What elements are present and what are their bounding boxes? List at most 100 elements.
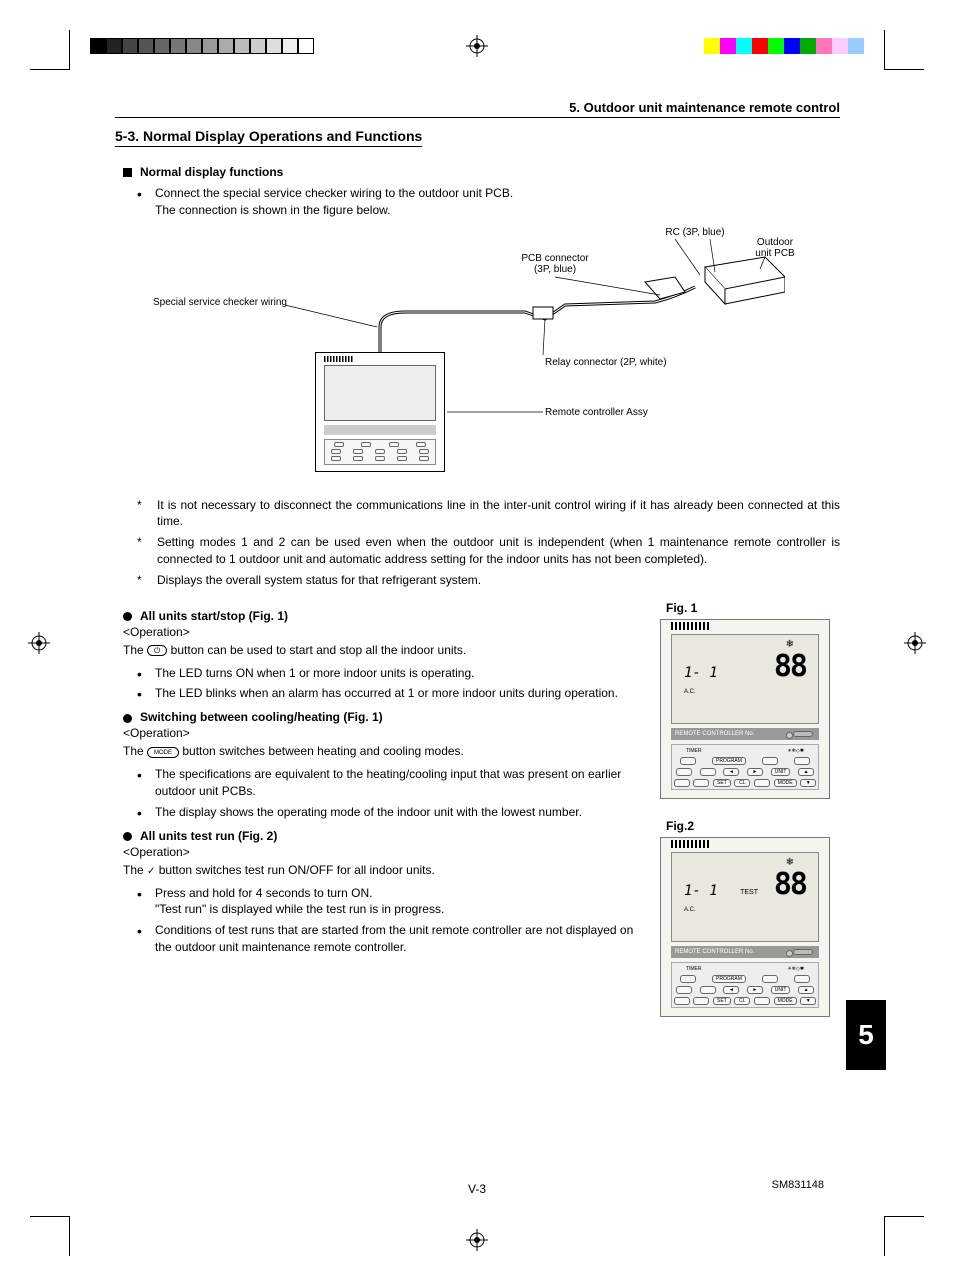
btn (762, 975, 778, 983)
note-item: It is not necessary to disconnect the co… (137, 497, 840, 531)
remote-controller-drawing (315, 352, 445, 472)
test-run-bullets: Press and hold for 4 seconds to turn ON.… (137, 885, 640, 956)
btn: ◄ (723, 986, 739, 994)
btn: ▲ (798, 768, 814, 776)
btn: MODE (774, 779, 797, 787)
square-bullet-icon (123, 168, 132, 177)
list-item: The LED blinks when an alarm has occurre… (137, 685, 640, 702)
list-item: The LED turns ON when 1 or more indoor u… (137, 665, 640, 682)
btn (754, 997, 770, 1005)
power-button-icon: ⏻ (147, 645, 167, 656)
rc-bar: REMOTE CONTROLLER No. (671, 728, 819, 740)
btn: PROGRAM (712, 975, 746, 983)
btn (676, 768, 692, 776)
segment-big: 88 (774, 649, 806, 684)
btn: UNIT (771, 986, 791, 994)
note-item: Setting modes 1 and 2 can be used even w… (137, 534, 840, 568)
registration-mark-icon (466, 35, 488, 57)
btn (674, 997, 690, 1005)
cool-heat-bullets: The specifications are equivalent to the… (137, 766, 640, 820)
btn: ▼ (800, 997, 816, 1005)
chapter-header: 5. Outdoor unit maintenance remote contr… (115, 100, 840, 118)
intro-bullet-list: Connect the special service checker wiri… (137, 185, 840, 219)
ac-label: A.C. (684, 689, 696, 695)
registration-mark-icon (904, 632, 926, 654)
btn: ▼ (800, 779, 816, 787)
page-number: V-3 (468, 1182, 486, 1196)
subheading-start-stop: All units start/stop (Fig. 1) (123, 609, 640, 623)
btn (693, 997, 709, 1005)
star-note-list: It is not necessary to disconnect the co… (137, 497, 840, 589)
btn (794, 975, 810, 983)
segment-small: 1- 1 (684, 883, 718, 899)
rc-bar: REMOTE CONTROLLER No. (671, 946, 819, 958)
list-item: Press and hold for 4 seconds to turn ON.… (137, 885, 640, 919)
btn: ► (747, 986, 763, 994)
operation-text: The ⏻ button can be used to start and st… (123, 641, 640, 659)
btn (680, 975, 696, 983)
crop-mark (30, 30, 70, 70)
btn: SET (713, 779, 731, 787)
btn (700, 768, 716, 776)
btn (680, 757, 696, 765)
mode-button-icon: MODE (147, 747, 179, 758)
list-item: The display shows the operating mode of … (137, 804, 640, 821)
operation-text: The ✓ button switches test run ON/OFF fo… (123, 861, 640, 879)
btn: ▲ (798, 986, 814, 994)
section-title: 5-3. Normal Display Operations and Funct… (115, 128, 422, 147)
subheading-normal-display: Normal display functions (123, 165, 840, 179)
btn (700, 986, 716, 994)
btn: ► (747, 768, 763, 776)
note-item: Displays the overall system status for t… (137, 572, 840, 589)
color-bar-gray (90, 38, 314, 54)
btn: ◄ (723, 768, 739, 776)
list-item: Conditions of test runs that are started… (137, 922, 640, 956)
document-code: SM831148 (772, 1179, 824, 1191)
dot-bullet-icon (123, 832, 132, 841)
crop-mark (884, 1216, 924, 1256)
figure-1-remote: ❄ 1- 1 A.C. 88 REMOTE CONTROLLER No. TIM… (660, 619, 830, 799)
list-item: The specifications are equivalent to the… (137, 766, 640, 800)
button-panel: TIMER ☀❄◇✱ PROGRAM ◄ ► (671, 962, 819, 1008)
registration-mark-icon (466, 1229, 488, 1251)
btn: SET (713, 997, 731, 1005)
btn: PROGRAM (712, 757, 746, 765)
operation-label: <Operation> (123, 625, 640, 639)
ac-label: A.C. (684, 907, 696, 913)
registration-mark-icon (28, 632, 50, 654)
figure-2-remote: ❄ 1- 1 A.C. TEST 88 REMOTE CONTROLLER No… (660, 837, 830, 1017)
btn: CL (734, 779, 750, 787)
operation-text: The MODE button switches between heating… (123, 742, 640, 760)
dot-bullet-icon (123, 612, 132, 621)
start-stop-bullets: The LED turns ON when 1 or more indoor u… (137, 665, 640, 703)
segment-big: 88 (774, 867, 806, 902)
list-item: Connect the special service checker wiri… (137, 185, 840, 219)
wiring-diagram: Special service checker wiring PCB conne… (205, 227, 785, 487)
led-icon (793, 731, 813, 737)
btn (762, 757, 778, 765)
operation-label: <Operation> (123, 845, 640, 859)
btn: MODE (774, 997, 797, 1005)
btn: CL (734, 997, 750, 1005)
btn (674, 779, 690, 787)
test-label: TEST (740, 889, 758, 896)
crop-mark (30, 1216, 70, 1256)
wiring-svg (205, 227, 785, 487)
color-bar-cmyk (704, 38, 864, 54)
segment-small: 1- 1 (684, 665, 718, 681)
dot-bullet-icon (123, 714, 132, 723)
subheading-test-run: All units test run (Fig. 2) (123, 829, 640, 843)
operation-label: <Operation> (123, 726, 640, 740)
fig2-label: Fig.2 (666, 819, 840, 833)
subheading-cool-heat: Switching between cooling/heating (Fig. … (123, 710, 640, 724)
chapter-tab: 5 (846, 1000, 886, 1070)
button-panel: TIMER ☀❄◇✱ PROGRAM ◄ ► (671, 744, 819, 790)
btn (676, 986, 692, 994)
btn: UNIT (771, 768, 791, 776)
crop-mark (884, 30, 924, 70)
btn (794, 757, 810, 765)
btn (754, 779, 770, 787)
fig1-label: Fig. 1 (666, 601, 840, 615)
led-icon (793, 949, 813, 955)
btn (693, 779, 709, 787)
